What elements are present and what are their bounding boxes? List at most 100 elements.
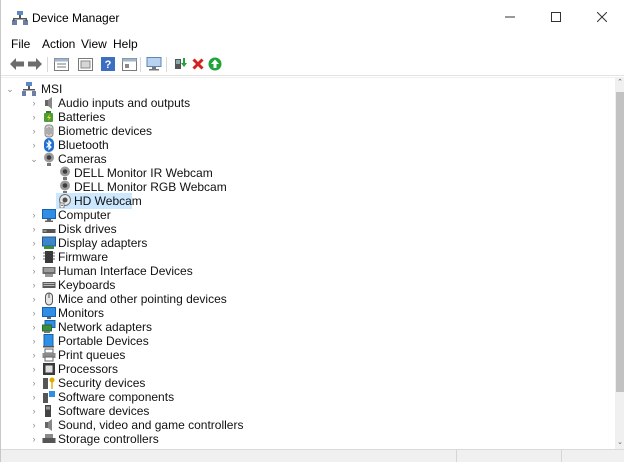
- expand-icon[interactable]: ›: [29, 237, 39, 249]
- close-button[interactable]: [579, 0, 624, 33]
- title-bar[interactable]: Device Manager: [1, 0, 624, 33]
- collapse-icon[interactable]: ⌄: [29, 153, 39, 165]
- show-hidden-button[interactable]: [76, 55, 94, 73]
- device-tree[interactable]: ⌄ MSI › Audio inputs and outputs › Batte…: [1, 77, 615, 449]
- tree-item-hid[interactable]: › Human Interface Devices: [1, 264, 615, 278]
- expand-icon[interactable]: ›: [29, 97, 39, 109]
- tree-item-biometric[interactable]: › Biometric devices: [1, 124, 615, 138]
- portable-device-icon: [43, 334, 54, 348]
- tree-item-label: Software devices: [58, 404, 150, 418]
- expand-icon[interactable]: ›: [29, 265, 39, 277]
- menu-file[interactable]: File: [11, 37, 30, 51]
- tree-item-label: Bluetooth: [58, 138, 109, 152]
- printer-icon: [42, 348, 56, 362]
- computer-root-icon: [22, 82, 36, 96]
- expand-icon[interactable]: ›: [29, 251, 39, 263]
- tree-item-bluetooth[interactable]: › Bluetooth: [1, 138, 615, 152]
- expand-icon[interactable]: ›: [29, 349, 39, 361]
- tree-item-monitors[interactable]: › Monitors: [1, 306, 615, 320]
- tree-item-dell-rgb-webcam[interactable]: DELL Monitor RGB Webcam: [1, 180, 615, 194]
- expand-icon[interactable]: ›: [29, 391, 39, 403]
- expand-icon[interactable]: ›: [29, 223, 39, 235]
- webcam-icon: [44, 152, 54, 166]
- tree-item-label: HD Webcam: [74, 194, 142, 208]
- scroll-up-icon[interactable]: ⌃: [615, 77, 624, 89]
- tree-item-label: Display adapters: [58, 236, 148, 250]
- tree-item-keyboards[interactable]: › Keyboards: [1, 278, 615, 292]
- display-adapter-icon: [42, 236, 56, 249]
- expand-icon[interactable]: ›: [29, 433, 39, 445]
- scroll-down-icon[interactable]: ⌄: [615, 437, 624, 449]
- tree-item-processors[interactable]: › Processors: [1, 362, 615, 376]
- tree-item-display-adapters[interactable]: › Display adapters: [1, 236, 615, 250]
- menu-view[interactable]: View: [81, 37, 107, 51]
- scrollbar-thumb[interactable]: [616, 92, 624, 392]
- tree-item-label: Software components: [58, 390, 175, 404]
- tree-root-label: MSI: [41, 82, 63, 96]
- back-icon: [10, 58, 24, 70]
- tree-item-computer[interactable]: › Computer: [1, 208, 615, 222]
- collapse-icon[interactable]: ⌄: [5, 83, 15, 95]
- tree-item-software-components[interactable]: › Software components: [1, 390, 615, 404]
- expand-icon[interactable]: ›: [29, 279, 39, 291]
- update-driver-button[interactable]: [171, 55, 189, 73]
- tree-item-batteries[interactable]: › Batteries: [1, 110, 615, 124]
- expand-icon[interactable]: ›: [29, 125, 39, 137]
- enable-device-button[interactable]: [206, 55, 224, 73]
- device-manager-window: Device Manager File Action View Help ? ⌄…: [0, 0, 624, 462]
- expand-icon[interactable]: ›: [29, 139, 39, 151]
- speaker-icon: [45, 97, 52, 109]
- tree-item-security-devices[interactable]: › Security devices: [1, 376, 615, 390]
- expand-icon[interactable]: ›: [29, 209, 39, 221]
- expand-icon[interactable]: ›: [29, 335, 39, 347]
- back-button[interactable]: [8, 55, 26, 73]
- menu-action[interactable]: Action: [42, 37, 75, 51]
- expand-icon[interactable]: ›: [29, 419, 39, 431]
- expand-icon[interactable]: ›: [29, 363, 39, 375]
- mouse-icon: [45, 292, 53, 306]
- tree-item-print-queues[interactable]: › Print queues: [1, 348, 615, 362]
- tree-item-software-devices[interactable]: › Software devices: [1, 404, 615, 418]
- battery-icon: [44, 111, 53, 122]
- tree-item-dell-ir-webcam[interactable]: DELL Monitor IR Webcam: [1, 166, 615, 180]
- tree-item-storage-controllers[interactable]: › Storage controllers: [1, 432, 615, 446]
- tree-item-sound-video-game[interactable]: › Sound, video and game controllers: [1, 418, 615, 432]
- menu-help[interactable]: Help: [113, 37, 138, 51]
- status-pane: [561, 450, 624, 462]
- enable-device-icon: [208, 57, 222, 71]
- tree-item-portable-devices[interactable]: › Portable Devices: [1, 334, 615, 348]
- tree-item-cameras[interactable]: ⌄ Cameras: [1, 152, 615, 166]
- help-button[interactable]: ?: [99, 55, 117, 73]
- uninstall-button[interactable]: [189, 55, 207, 73]
- network-adapter-icon: [42, 320, 56, 333]
- view-icon: [121, 57, 137, 71]
- tree-item-network-adapters[interactable]: › Network adapters: [1, 320, 615, 334]
- maximize-button[interactable]: [533, 0, 579, 33]
- view-button[interactable]: [120, 55, 138, 73]
- tree-item-label: DELL Monitor IR Webcam: [74, 166, 213, 180]
- expand-icon[interactable]: ›: [29, 111, 39, 123]
- scan-hardware-button[interactable]: [145, 55, 163, 73]
- tree-item-hd-webcam[interactable]: HD Webcam: [1, 193, 615, 209]
- bluetooth-icon: [44, 138, 54, 152]
- tree-item-label: Security devices: [58, 376, 146, 390]
- properties-button[interactable]: [52, 55, 70, 73]
- disk-drive-icon: [42, 229, 56, 233]
- tree-item-label: Audio inputs and outputs: [58, 96, 191, 110]
- tree-item-firmware[interactable]: › Firmware: [1, 250, 615, 264]
- tree-item-label: Batteries: [58, 110, 106, 124]
- tree-item-disk-drives[interactable]: › Disk drives: [1, 222, 615, 236]
- tree-item-label: Disk drives: [58, 222, 117, 236]
- expand-icon[interactable]: ›: [29, 307, 39, 319]
- tree-root[interactable]: ⌄ MSI: [1, 82, 615, 96]
- expand-icon[interactable]: ›: [29, 405, 39, 417]
- tree-item-audio[interactable]: › Audio inputs and outputs: [1, 96, 615, 110]
- forward-button[interactable]: [26, 55, 44, 73]
- tree-item-label: Firmware: [58, 250, 108, 264]
- tree-item-mice[interactable]: › Mice and other pointing devices: [1, 292, 615, 306]
- vertical-scrollbar[interactable]: ⌃ ⌄: [615, 77, 624, 449]
- minimize-button[interactable]: [487, 0, 533, 33]
- expand-icon[interactable]: ›: [29, 321, 39, 333]
- expand-icon[interactable]: ›: [29, 293, 39, 305]
- expand-icon[interactable]: ›: [29, 377, 39, 389]
